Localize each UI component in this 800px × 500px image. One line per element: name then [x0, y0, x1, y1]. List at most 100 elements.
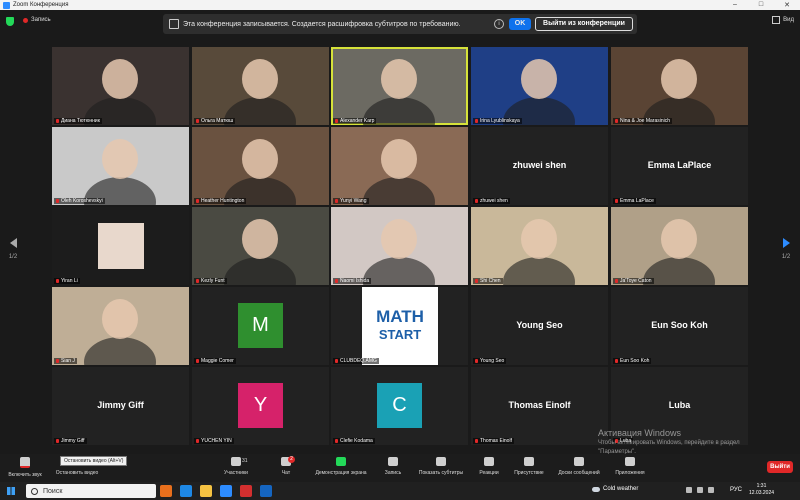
arrow-left-icon: [9, 238, 17, 248]
whiteboards-button[interactable]: Доски сообщений: [554, 457, 604, 476]
participant-tile[interactable]: Y YUCHEN YIN: [192, 367, 329, 445]
view-button[interactable]: Вид: [772, 16, 794, 24]
windows-start-icon[interactable]: [7, 487, 15, 495]
muted-microphone-icon: [56, 359, 59, 363]
ok-button[interactable]: OK: [509, 18, 531, 30]
participant-video-face: [661, 219, 697, 259]
previous-page-button[interactable]: 1/2: [8, 238, 18, 260]
photos-icon[interactable]: [260, 485, 272, 497]
participant-name-label: Emma LaPlace: [613, 198, 656, 204]
maximize-button[interactable]: □: [748, 1, 774, 9]
taskbar-search[interactable]: Поиск: [26, 484, 156, 498]
participant-tile[interactable]: Oleh Koroshevskyi: [52, 127, 189, 205]
apps-icon: [625, 457, 635, 466]
participant-name: Yunyi Wang: [340, 198, 367, 204]
file-explorer-icon[interactable]: [200, 485, 212, 497]
participant-display-name: Luba: [668, 400, 691, 410]
participant-tile[interactable]: Thomas Einolf Thomas Einolf: [471, 367, 608, 445]
participants-button[interactable]: Участники: [218, 457, 254, 476]
leave-conference-button[interactable]: Выйти из конференции: [535, 17, 633, 31]
close-button[interactable]: ✕: [774, 1, 800, 9]
participant-tile[interactable]: Sian J: [52, 287, 189, 365]
network-icon[interactable]: [697, 487, 703, 493]
participant-tile[interactable]: Ольга Матюш: [192, 47, 329, 125]
game-app-icon[interactable]: [160, 485, 172, 497]
weather-widget[interactable]: Cold weather: [592, 486, 638, 492]
share-screen-button[interactable]: Демонстрация экрана: [310, 457, 372, 476]
participant-tile[interactable]: Kezly Funt: [192, 207, 329, 285]
unmute-button[interactable]: Включить звук: [4, 457, 46, 478]
participant-video-face: [102, 299, 138, 339]
participant-tile[interactable]: Emma LaPlace Emma LaPlace: [611, 127, 748, 205]
participant-tile[interactable]: Naomi Ishida: [331, 207, 468, 285]
edge-icon[interactable]: [180, 485, 192, 497]
participant-tile[interactable]: zhuwei shen zhuwei shen: [471, 127, 608, 205]
participant-tile[interactable]: Young Seo Young Seo: [471, 287, 608, 365]
participant-tile[interactable]: Irina Lyublinskaya: [471, 47, 608, 125]
participant-tile[interactable]: Heather Huntington: [192, 127, 329, 205]
participant-tile[interactable]: Alexander Karp: [331, 47, 468, 125]
participant-tile[interactable]: MATH START CLUBDEQ.AMG: [331, 287, 468, 365]
muted-microphone-icon: [335, 199, 338, 203]
muted-microphone-icon: [196, 439, 199, 443]
participant-name: Naomi Ishida: [340, 278, 370, 284]
reactions-button[interactable]: Реакции: [476, 457, 502, 476]
participant-video-body: [503, 257, 575, 285]
opera-icon[interactable]: [240, 485, 252, 497]
participant-tile[interactable]: Jimmy Giff Jimmy Giff: [52, 367, 189, 445]
participant-name: Ja'Toye Caton: [620, 278, 652, 284]
participant-tile[interactable]: Shi Chen: [471, 207, 608, 285]
taskbar-clock[interactable]: 1:31 12.03.2024: [749, 483, 774, 497]
recording-indicator[interactable]: Запись: [23, 17, 51, 23]
window-title-bar: Zoom Конференция – □ ✕: [0, 0, 800, 10]
participant-tile[interactable]: Ja'Toye Caton: [611, 207, 748, 285]
participant-name-label: Jimmy Giff: [54, 438, 87, 444]
participant-tile[interactable]: Диана Тютюнник: [52, 47, 189, 125]
participant-tile[interactable]: Eun Soo Koh Eun Soo Koh: [611, 287, 748, 365]
record-icon: [388, 457, 398, 466]
participant-avatar-letter: M: [238, 303, 283, 348]
zoom-taskbar-icon[interactable]: [220, 485, 232, 497]
participant-video-face: [102, 139, 138, 179]
info-icon[interactable]: i: [494, 19, 504, 29]
volume-icon[interactable]: [708, 487, 714, 493]
participant-video-face: [242, 219, 278, 259]
recording-dot-icon: [23, 17, 28, 23]
participant-tile[interactable]: Yunyi Wang: [331, 127, 468, 205]
participant-tile[interactable]: Yiran Li: [52, 207, 189, 285]
recording-notice-text: Эта конференция записывается. Создается …: [183, 20, 461, 28]
chevron-up-icon[interactable]: [686, 487, 692, 493]
next-page-button[interactable]: 1/2: [781, 238, 791, 260]
minimize-button[interactable]: –: [722, 1, 748, 9]
muted-microphone-icon: [335, 279, 338, 283]
participant-name: Alexander Karp: [340, 118, 375, 124]
search-placeholder: Поиск: [43, 487, 63, 495]
zoom-app-icon: [3, 1, 10, 9]
muted-microphone-icon: [335, 439, 338, 443]
immersive-view-button[interactable]: Присутствие: [510, 457, 548, 476]
participant-tile[interactable]: M Maggie Comer: [192, 287, 329, 365]
security-shield-icon[interactable]: [6, 17, 14, 26]
windows-activation-watermark: Активация Windows Чтобы активировать Win…: [598, 428, 740, 456]
participant-name-label: Oleh Koroshevskyi: [54, 198, 105, 204]
participant-display-name: Thomas Einolf: [508, 400, 571, 410]
view-label: Вид: [783, 17, 794, 23]
muted-microphone-icon: [196, 199, 199, 203]
show-captions-button[interactable]: Показать субтитры: [414, 457, 468, 476]
participants-label: Участники: [224, 470, 248, 476]
participant-name-label: Irina Lyublinskaya: [473, 118, 522, 124]
immersive-view-icon: [524, 457, 534, 466]
participant-tile[interactable]: C Clefie Kodama: [331, 367, 468, 445]
apps-button[interactable]: Приложения: [610, 457, 650, 476]
participant-name-label: Диана Тютюнник: [54, 118, 102, 124]
participant-name-label: Yiran Li: [54, 278, 80, 284]
window-controls: – □ ✕: [722, 1, 800, 9]
language-indicator[interactable]: РУС: [730, 487, 742, 493]
apps-label: Приложения: [615, 470, 645, 476]
participant-name: Clefie Kodama: [340, 438, 373, 444]
leave-button[interactable]: Выйти: [767, 461, 793, 473]
record-button[interactable]: Запись: [380, 457, 406, 476]
participant-tile[interactable]: Nina & Joe Marasinich: [611, 47, 748, 125]
muted-microphone-icon: [56, 279, 59, 283]
taskbar-apps: [160, 485, 280, 497]
